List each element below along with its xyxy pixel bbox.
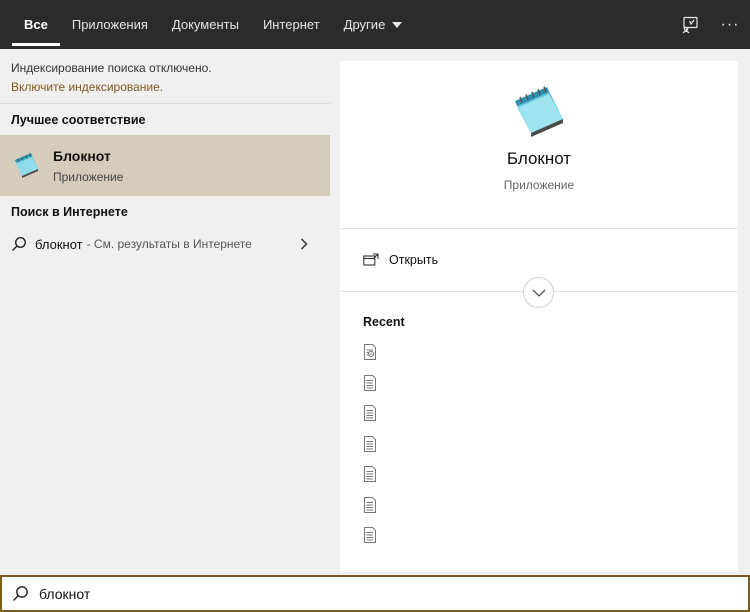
recent-item[interactable] (363, 435, 379, 452)
web-search-header: Поиск в Интернете (11, 204, 128, 219)
recent-item[interactable] (363, 344, 379, 360)
filter-tabs: Все Приложения Документы Интернет Другие (0, 0, 414, 49)
tab-apps[interactable]: Приложения (60, 0, 160, 49)
expand-button[interactable] (523, 277, 554, 308)
more-options-button[interactable]: ··· (710, 0, 750, 49)
feedback-icon (682, 16, 698, 33)
tab-other[interactable]: Другие (332, 0, 415, 49)
best-match-item[interactable]: Блокнот Приложение (0, 135, 330, 196)
search-filter-bar: Все Приложения Документы Интернет Другие… (0, 0, 750, 49)
preview-panel: Блокнот Приложение Открыть Recent (340, 61, 738, 572)
chevron-down-icon (392, 22, 403, 28)
recent-item[interactable] (363, 374, 379, 391)
document-icon (364, 466, 376, 482)
feedback-button[interactable] (670, 0, 710, 49)
search-input[interactable] (39, 585, 639, 602)
tab-all[interactable]: Все (12, 0, 60, 49)
tab-internet[interactable]: Интернет (251, 0, 332, 49)
recent-list (363, 344, 379, 558)
open-label: Открыть (389, 253, 439, 267)
tab-apps-label: Приложения (71, 17, 148, 32)
recent-item[interactable] (363, 527, 379, 543)
tab-other-label: Другие (343, 17, 386, 32)
results-panel: Индексирование поиска отключено. Включит… (0, 49, 330, 575)
recent-header: Recent (363, 315, 405, 329)
best-match-name: Блокнот (53, 147, 111, 164)
recent-item[interactable] (363, 405, 379, 421)
tab-all-label: Все (24, 17, 48, 32)
notepad-icon (515, 86, 563, 137)
recent-item[interactable] (363, 496, 379, 513)
app-title: Блокнот (506, 149, 572, 168)
document-icon (364, 527, 376, 543)
web-search-hint: - См. результаты в Интернете (86, 237, 252, 251)
document-icon (364, 374, 376, 391)
open-icon (363, 253, 379, 266)
indexing-disabled-text: Индексирование поиска отключено. (11, 61, 212, 75)
search-icon (12, 236, 27, 251)
app-preview-header: Блокнот Приложение (340, 61, 738, 229)
search-icon (13, 586, 28, 601)
recent-item[interactable] (363, 466, 379, 482)
more-icon: ··· (720, 15, 740, 33)
tab-documents-label: Документы (171, 17, 239, 32)
web-search-query: блокнот (35, 236, 83, 252)
tab-documents[interactable]: Документы (160, 0, 251, 49)
best-match-type: Приложение (53, 169, 124, 184)
indexing-notice: Индексирование поиска отключено. Включит… (0, 49, 330, 104)
text-file-icon (364, 344, 376, 360)
web-search-item[interactable]: блокнот - См. результаты в Интернете (0, 227, 330, 261)
notepad-icon (15, 152, 38, 178)
chevron-right-icon (300, 238, 308, 250)
top-actions: ··· (670, 0, 750, 49)
document-icon (364, 405, 376, 421)
enable-indexing-link[interactable]: Включите индексирование. (11, 78, 319, 97)
best-match-header: Лучшее соответствие (11, 112, 146, 127)
document-icon (364, 435, 376, 452)
chevron-down-icon (532, 289, 545, 297)
search-box[interactable] (0, 575, 750, 612)
document-icon (364, 496, 376, 513)
tab-internet-label: Интернет (262, 17, 320, 32)
app-type: Приложение (503, 178, 575, 192)
